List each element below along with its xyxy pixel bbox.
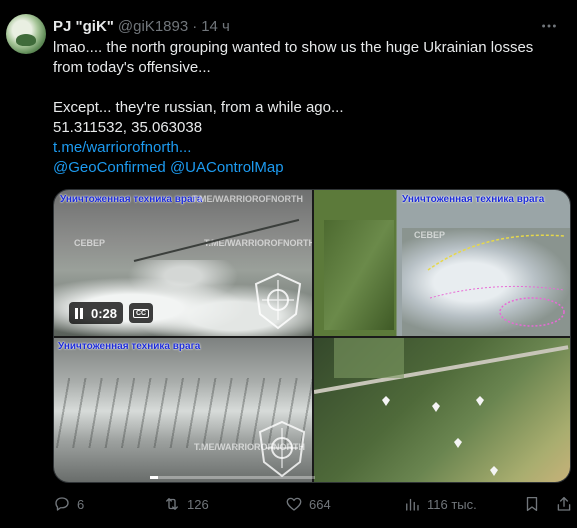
pause-icon <box>75 307 85 319</box>
watermark-1b: T.ME/WARRIOROFNORTH <box>204 238 312 248</box>
bookmark-icon <box>526 496 538 512</box>
retweet-button[interactable]: 126 <box>163 492 209 516</box>
author-handle[interactable]: @giK1893 <box>118 18 188 35</box>
media-tile-3[interactable]: Уничтоженная техника врага T.ME/WARRIORO… <box>54 338 312 482</box>
tweet-time[interactable]: 14 ч <box>201 18 230 35</box>
video-controls: 0:28 CC <box>69 301 154 325</box>
mention-uacontrolmap[interactable]: @UAControlMap <box>170 159 284 176</box>
overlay-title-2: Уничтоженная техника врага <box>402 194 545 205</box>
tweet-text: lmao.... the north grouping wanted to sh… <box>53 38 568 178</box>
emblem-icon <box>256 420 308 478</box>
media-tile-1[interactable]: Уничтоженная техника врага T.ME/WARRIORO… <box>54 190 312 336</box>
map-pin-icon <box>432 402 440 412</box>
mention-geoconfirmed[interactable]: @GeoConfirmed <box>53 159 166 176</box>
video-progress-fill <box>150 476 159 479</box>
views-count: 116 тыс. <box>427 496 477 512</box>
coordinates-text: 51.311532, 35.063038 <box>53 119 203 136</box>
media-tile-2[interactable]: Уничтоженная техника врага СЕВЕР <box>314 190 570 336</box>
author-name[interactable]: PJ "giK" <box>53 18 114 35</box>
bookmark-button[interactable] <box>523 492 541 516</box>
play-pause-button[interactable]: 0:28 <box>69 302 124 324</box>
media-tile-4-map[interactable] <box>314 338 570 482</box>
video-progress-bar[interactable] <box>150 476 315 479</box>
retweet-icon <box>166 498 178 510</box>
watermark-1: T.ME/WARRIOROFNORTH <box>192 194 303 204</box>
share-button[interactable] <box>555 492 573 516</box>
retweet-count: 126 <box>187 496 209 512</box>
share-icon <box>557 496 571 511</box>
map-pin-icon <box>490 466 498 476</box>
watermark-prefix-1: СЕВЕР <box>74 238 106 248</box>
like-icon <box>286 497 302 511</box>
map-pin-icon <box>454 438 462 448</box>
overlay-title-3: Уничтоженная техника врага <box>58 341 201 352</box>
reply-button[interactable]: 6 <box>53 492 84 516</box>
tweet-actions: 6 126 664 116 тыс. <box>53 492 571 516</box>
overlay-title-1: Уничтоженная техника врага <box>60 194 203 205</box>
tweet-line-3: Except... they're russian, from a while … <box>53 99 344 116</box>
telegram-link[interactable]: t.me/warriorofnorth... <box>53 139 191 156</box>
like-button[interactable]: 664 <box>285 492 331 516</box>
more-options-icon[interactable] <box>539 16 559 36</box>
avatar[interactable] <box>6 14 46 54</box>
map-pin-icon <box>382 396 390 406</box>
dot-separator: · <box>192 17 198 35</box>
reply-icon <box>55 497 69 511</box>
tweet-header: PJ "giK" @giK1893 · 14 ч <box>53 17 230 35</box>
emblem-icon <box>252 272 304 330</box>
media-grid[interactable]: Уничтоженная техника врага T.ME/WARRIORO… <box>53 189 571 483</box>
tweet-line-2: from today's offensive... <box>53 59 211 76</box>
views-button[interactable]: 116 тыс. <box>403 492 477 516</box>
tweet-line-1: lmao.... the north grouping wanted to sh… <box>53 39 534 56</box>
views-icon <box>406 498 419 511</box>
closed-captions-icon[interactable]: CC <box>129 303 154 323</box>
map-pin-icon <box>476 396 484 406</box>
like-count: 664 <box>309 496 331 512</box>
reply-count: 6 <box>77 496 85 512</box>
video-time: 0:28 <box>91 305 118 321</box>
highlight-outline <box>427 234 565 327</box>
